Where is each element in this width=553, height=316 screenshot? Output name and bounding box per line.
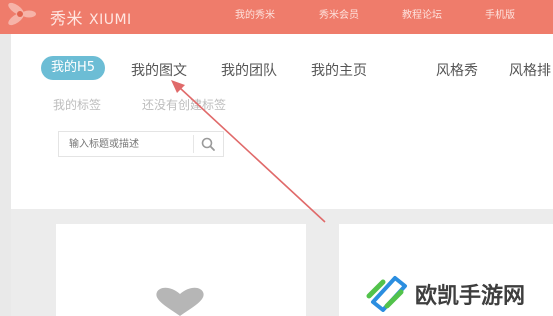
tag-row: 我的标签 还没有创建标签 <box>11 96 553 114</box>
top-nav: 我的秀米 秀米会员 教程论坛 手机版 <box>0 6 553 24</box>
content-tabs: 我的H5 我的图文 我的团队 我的主页 风格秀 风格排 <box>11 56 553 84</box>
h5-card-new[interactable] <box>56 224 306 316</box>
watermark-text: 欧凯手游网 <box>415 284 526 309</box>
tab-my-team[interactable]: 我的团队 <box>221 60 277 80</box>
nav-mobile-version[interactable]: 手机版 <box>485 6 515 21</box>
nav-tutorial-forum[interactable]: 教程论坛 <box>402 6 442 21</box>
tab-my-graphic[interactable]: 我的图文 <box>131 60 187 80</box>
nav-xiumi-member[interactable]: 秀米会员 <box>319 6 359 21</box>
search-icon[interactable] <box>195 132 223 156</box>
top-header: 秀米 XIUMI 我的秀米 秀米会员 教程论坛 手机版 <box>0 0 553 34</box>
watermark: 欧凯手游网 <box>365 268 553 314</box>
search-input[interactable] <box>59 132 193 156</box>
tab-my-h5[interactable]: 我的H5 <box>41 56 106 80</box>
search-divider <box>193 135 194 153</box>
search-box <box>58 131 224 157</box>
nav-my-xiumi[interactable]: 我的秀米 <box>235 6 275 21</box>
tab-my-homepage[interactable]: 我的主页 <box>311 60 367 80</box>
no-tags-link[interactable]: 还没有创建标签 <box>142 96 226 113</box>
okay-logo-icon <box>366 276 407 312</box>
my-tags-label: 我的标签 <box>53 98 102 112</box>
tab-style-show[interactable]: 风格秀 <box>436 60 478 80</box>
tab-style-rank[interactable]: 风格排 <box>509 60 551 80</box>
heart-icon <box>156 287 204 316</box>
